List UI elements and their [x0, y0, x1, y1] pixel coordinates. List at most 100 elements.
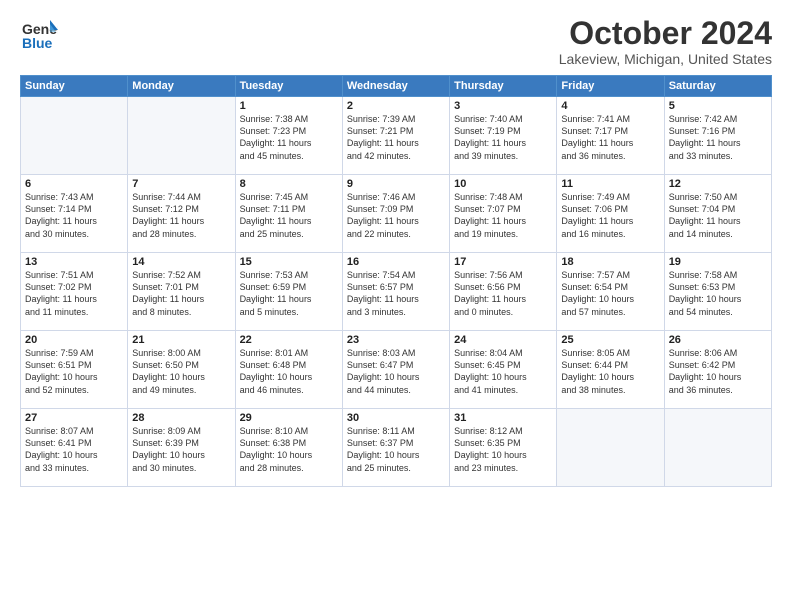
calendar-week-row: 13Sunrise: 7:51 AM Sunset: 7:02 PM Dayli…: [21, 253, 772, 331]
calendar-week-row: 27Sunrise: 8:07 AM Sunset: 6:41 PM Dayli…: [21, 409, 772, 487]
day-number: 7: [132, 178, 230, 190]
day-detail: Sunrise: 7:53 AM Sunset: 6:59 PM Dayligh…: [240, 269, 338, 318]
table-row: 17Sunrise: 7:56 AM Sunset: 6:56 PM Dayli…: [450, 253, 557, 331]
day-detail: Sunrise: 8:04 AM Sunset: 6:45 PM Dayligh…: [454, 347, 552, 396]
day-detail: Sunrise: 7:38 AM Sunset: 7:23 PM Dayligh…: [240, 113, 338, 162]
col-monday: Monday: [128, 76, 235, 97]
table-row: 29Sunrise: 8:10 AM Sunset: 6:38 PM Dayli…: [235, 409, 342, 487]
day-number: 12: [669, 178, 767, 190]
day-number: 23: [347, 334, 445, 346]
col-thursday: Thursday: [450, 76, 557, 97]
table-row: 19Sunrise: 7:58 AM Sunset: 6:53 PM Dayli…: [664, 253, 771, 331]
day-number: 14: [132, 256, 230, 268]
table-row: [21, 97, 128, 175]
day-detail: Sunrise: 8:07 AM Sunset: 6:41 PM Dayligh…: [25, 425, 123, 474]
table-row: 4Sunrise: 7:41 AM Sunset: 7:17 PM Daylig…: [557, 97, 664, 175]
page: General Blue October 2024 Lakeview, Mich…: [0, 0, 792, 612]
table-row: [557, 409, 664, 487]
title-block: October 2024 Lakeview, Michigan, United …: [559, 16, 772, 67]
logo-icon: General Blue: [20, 16, 58, 54]
day-number: 1: [240, 100, 338, 112]
day-number: 18: [561, 256, 659, 268]
table-row: 12Sunrise: 7:50 AM Sunset: 7:04 PM Dayli…: [664, 175, 771, 253]
table-row: 28Sunrise: 8:09 AM Sunset: 6:39 PM Dayli…: [128, 409, 235, 487]
day-detail: Sunrise: 7:44 AM Sunset: 7:12 PM Dayligh…: [132, 191, 230, 240]
table-row: 1Sunrise: 7:38 AM Sunset: 7:23 PM Daylig…: [235, 97, 342, 175]
col-sunday: Sunday: [21, 76, 128, 97]
day-detail: Sunrise: 7:40 AM Sunset: 7:19 PM Dayligh…: [454, 113, 552, 162]
day-detail: Sunrise: 8:12 AM Sunset: 6:35 PM Dayligh…: [454, 425, 552, 474]
col-saturday: Saturday: [664, 76, 771, 97]
table-row: 18Sunrise: 7:57 AM Sunset: 6:54 PM Dayli…: [557, 253, 664, 331]
day-detail: Sunrise: 7:58 AM Sunset: 6:53 PM Dayligh…: [669, 269, 767, 318]
calendar-week-row: 6Sunrise: 7:43 AM Sunset: 7:14 PM Daylig…: [21, 175, 772, 253]
day-number: 21: [132, 334, 230, 346]
day-number: 24: [454, 334, 552, 346]
day-number: 28: [132, 412, 230, 424]
table-row: 30Sunrise: 8:11 AM Sunset: 6:37 PM Dayli…: [342, 409, 449, 487]
table-row: 25Sunrise: 8:05 AM Sunset: 6:44 PM Dayli…: [557, 331, 664, 409]
day-number: 2: [347, 100, 445, 112]
table-row: 16Sunrise: 7:54 AM Sunset: 6:57 PM Dayli…: [342, 253, 449, 331]
day-detail: Sunrise: 8:00 AM Sunset: 6:50 PM Dayligh…: [132, 347, 230, 396]
header-row: Sunday Monday Tuesday Wednesday Thursday…: [21, 76, 772, 97]
table-row: 13Sunrise: 7:51 AM Sunset: 7:02 PM Dayli…: [21, 253, 128, 331]
day-number: 15: [240, 256, 338, 268]
day-number: 29: [240, 412, 338, 424]
day-number: 19: [669, 256, 767, 268]
calendar-week-row: 20Sunrise: 7:59 AM Sunset: 6:51 PM Dayli…: [21, 331, 772, 409]
day-detail: Sunrise: 8:05 AM Sunset: 6:44 PM Dayligh…: [561, 347, 659, 396]
day-detail: Sunrise: 8:03 AM Sunset: 6:47 PM Dayligh…: [347, 347, 445, 396]
day-detail: Sunrise: 8:10 AM Sunset: 6:38 PM Dayligh…: [240, 425, 338, 474]
table-row: 8Sunrise: 7:45 AM Sunset: 7:11 PM Daylig…: [235, 175, 342, 253]
day-detail: Sunrise: 7:57 AM Sunset: 6:54 PM Dayligh…: [561, 269, 659, 318]
day-number: 27: [25, 412, 123, 424]
day-number: 30: [347, 412, 445, 424]
day-detail: Sunrise: 7:49 AM Sunset: 7:06 PM Dayligh…: [561, 191, 659, 240]
day-detail: Sunrise: 7:42 AM Sunset: 7:16 PM Dayligh…: [669, 113, 767, 162]
table-row: 5Sunrise: 7:42 AM Sunset: 7:16 PM Daylig…: [664, 97, 771, 175]
day-number: 6: [25, 178, 123, 190]
day-detail: Sunrise: 7:46 AM Sunset: 7:09 PM Dayligh…: [347, 191, 445, 240]
day-detail: Sunrise: 7:52 AM Sunset: 7:01 PM Dayligh…: [132, 269, 230, 318]
day-detail: Sunrise: 7:51 AM Sunset: 7:02 PM Dayligh…: [25, 269, 123, 318]
day-number: 10: [454, 178, 552, 190]
calendar-week-row: 1Sunrise: 7:38 AM Sunset: 7:23 PM Daylig…: [21, 97, 772, 175]
table-row: 22Sunrise: 8:01 AM Sunset: 6:48 PM Dayli…: [235, 331, 342, 409]
table-row: 3Sunrise: 7:40 AM Sunset: 7:19 PM Daylig…: [450, 97, 557, 175]
col-wednesday: Wednesday: [342, 76, 449, 97]
table-row: 21Sunrise: 8:00 AM Sunset: 6:50 PM Dayli…: [128, 331, 235, 409]
table-row: [128, 97, 235, 175]
table-row: 10Sunrise: 7:48 AM Sunset: 7:07 PM Dayli…: [450, 175, 557, 253]
day-detail: Sunrise: 7:50 AM Sunset: 7:04 PM Dayligh…: [669, 191, 767, 240]
table-row: 2Sunrise: 7:39 AM Sunset: 7:21 PM Daylig…: [342, 97, 449, 175]
day-number: 13: [25, 256, 123, 268]
table-row: 27Sunrise: 8:07 AM Sunset: 6:41 PM Dayli…: [21, 409, 128, 487]
col-tuesday: Tuesday: [235, 76, 342, 97]
col-friday: Friday: [557, 76, 664, 97]
day-detail: Sunrise: 8:01 AM Sunset: 6:48 PM Dayligh…: [240, 347, 338, 396]
header: General Blue October 2024 Lakeview, Mich…: [20, 16, 772, 67]
table-row: 15Sunrise: 7:53 AM Sunset: 6:59 PM Dayli…: [235, 253, 342, 331]
day-number: 17: [454, 256, 552, 268]
calendar-title: October 2024: [559, 16, 772, 51]
table-row: 20Sunrise: 7:59 AM Sunset: 6:51 PM Dayli…: [21, 331, 128, 409]
day-number: 22: [240, 334, 338, 346]
table-row: 7Sunrise: 7:44 AM Sunset: 7:12 PM Daylig…: [128, 175, 235, 253]
day-number: 8: [240, 178, 338, 190]
table-row: 31Sunrise: 8:12 AM Sunset: 6:35 PM Dayli…: [450, 409, 557, 487]
day-number: 25: [561, 334, 659, 346]
day-detail: Sunrise: 8:09 AM Sunset: 6:39 PM Dayligh…: [132, 425, 230, 474]
day-detail: Sunrise: 7:59 AM Sunset: 6:51 PM Dayligh…: [25, 347, 123, 396]
day-number: 4: [561, 100, 659, 112]
day-number: 26: [669, 334, 767, 346]
table-row: [664, 409, 771, 487]
day-number: 5: [669, 100, 767, 112]
day-number: 3: [454, 100, 552, 112]
table-row: 24Sunrise: 8:04 AM Sunset: 6:45 PM Dayli…: [450, 331, 557, 409]
day-number: 31: [454, 412, 552, 424]
day-number: 16: [347, 256, 445, 268]
table-row: 26Sunrise: 8:06 AM Sunset: 6:42 PM Dayli…: [664, 331, 771, 409]
day-number: 9: [347, 178, 445, 190]
day-detail: Sunrise: 7:41 AM Sunset: 7:17 PM Dayligh…: [561, 113, 659, 162]
